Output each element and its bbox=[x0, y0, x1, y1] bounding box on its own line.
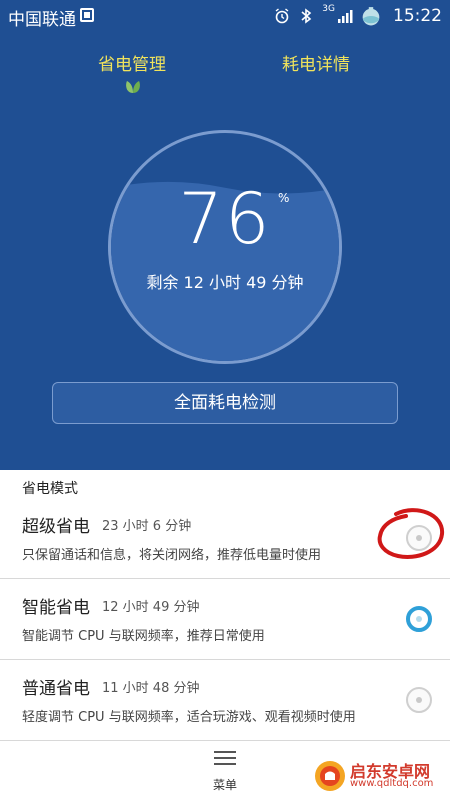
mode-row-smart[interactable]: 智能省电 12 小时 49 分钟 智能调节 CPU 与联网频率，推荐日常使用 bbox=[0, 579, 450, 661]
modes-section-title: 省电模式 bbox=[22, 481, 78, 497]
tab-bar: 省电管理 耗电详情 bbox=[0, 50, 450, 90]
battery-icon bbox=[362, 7, 380, 26]
sim-icon bbox=[80, 8, 94, 22]
mode-duration: 11 小时 48 分钟 bbox=[102, 681, 200, 696]
menu-icon bbox=[214, 751, 236, 765]
tab-consumption-details[interactable]: 耗电详情 bbox=[282, 50, 350, 75]
mode-radio-normal[interactable] bbox=[406, 687, 432, 713]
status-icons: 3G 15:22 bbox=[274, 4, 442, 28]
mode-row-normal[interactable]: 普通省电 11 小时 48 分钟 轻度调节 CPU 与联网频率，适合玩游戏、观看… bbox=[0, 660, 450, 742]
percent-unit: % bbox=[278, 191, 290, 205]
watermark: 启东安卓网 www.qdltdq.com bbox=[314, 758, 448, 796]
battery-header: 中国联通 3G 15:22 省电管理 耗电详情 76 % 剩余 12 小时 49… bbox=[0, 0, 450, 470]
divider bbox=[0, 740, 450, 741]
mode-description: 智能调节 CPU 与联网频率，推荐日常使用 bbox=[22, 629, 265, 644]
bluetooth-icon bbox=[301, 8, 312, 24]
clock-time: 15:22 bbox=[393, 6, 442, 26]
mode-name: 超级省电 bbox=[22, 517, 90, 537]
mode-duration: 23 小时 6 分钟 bbox=[102, 519, 192, 534]
leaf-icon bbox=[126, 81, 140, 93]
mode-description: 只保留通话和信息，将关闭网络，推荐低电量时使用 bbox=[22, 548, 322, 563]
menu-button[interactable]: 菜单 bbox=[195, 748, 255, 798]
alarm-icon bbox=[275, 8, 289, 24]
mode-description: 轻度调节 CPU 与联网频率，适合玩游戏、观看视频时使用 bbox=[22, 710, 356, 725]
battery-gauge: 76 % 剩余 12 小时 49 分钟 bbox=[108, 130, 342, 364]
network-type: 3G bbox=[322, 4, 335, 14]
watermark-url: www.qdltdq.com bbox=[350, 778, 434, 789]
tab-power-management[interactable]: 省电管理 bbox=[98, 50, 166, 75]
battery-percentage: 76 bbox=[178, 178, 272, 260]
carrier-name: 中国联通 bbox=[8, 10, 76, 30]
status-bar: 中国联通 3G 15:22 bbox=[0, 0, 450, 32]
full-power-check-button[interactable]: 全面耗电检测 bbox=[52, 382, 398, 424]
watermark-logo bbox=[315, 761, 345, 791]
menu-label: 菜单 bbox=[212, 778, 237, 792]
mode-duration: 12 小时 49 分钟 bbox=[102, 600, 200, 615]
red-annotation-circle bbox=[377, 508, 445, 559]
mode-name: 普通省电 bbox=[22, 679, 90, 699]
mode-name: 智能省电 bbox=[22, 598, 90, 618]
remaining-time: 剩余 12 小时 49 分钟 bbox=[146, 273, 304, 292]
mode-radio-smart[interactable] bbox=[406, 606, 432, 632]
signal-icon bbox=[338, 10, 353, 23]
